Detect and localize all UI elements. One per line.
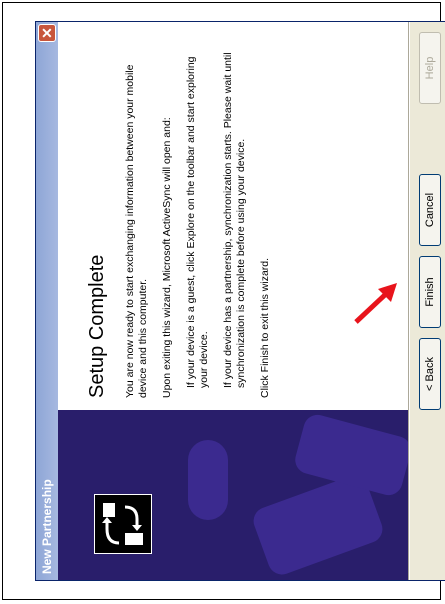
title-bar[interactable]: New Partnership ✕ xyxy=(36,22,58,580)
activesync-logo-icon xyxy=(94,494,152,554)
wizard-window: New Partnership ✕ Setup Complete You are… xyxy=(35,21,445,581)
intro-text: You are now ready to start exchanging in… xyxy=(124,64,149,398)
dialog-container: New Partnership ✕ Setup Complete You are… xyxy=(18,3,445,581)
decorative-arrow-shape xyxy=(188,440,228,520)
cancel-button[interactable]: Cancel xyxy=(419,174,441,246)
wizard-content: Setup Complete You are now ready to star… xyxy=(58,22,408,410)
partnership-text: If your device has a partnership, synchr… xyxy=(222,52,247,388)
window-title: New Partnership xyxy=(40,479,54,574)
close-icon: ✕ xyxy=(39,27,55,39)
decorative-device-shape xyxy=(292,411,408,499)
help-button[interactable]: Help xyxy=(419,32,441,104)
exit-text: Upon exiting this wizard, Microsoft Acti… xyxy=(161,117,173,398)
wizard-side-panel xyxy=(58,410,408,580)
screenshot-frame: New Partnership ✕ Setup Complete You are… xyxy=(2,2,445,600)
finish-button[interactable]: Finish xyxy=(419,256,441,328)
page-title: Setup Complete xyxy=(86,254,108,398)
close-button[interactable]: ✕ xyxy=(38,24,56,42)
button-separator xyxy=(408,22,410,580)
back-button[interactable]: < Back xyxy=(419,338,441,410)
finish-instruction-text: Click Finish to exit this wizard. xyxy=(259,257,271,398)
guest-text: If your device is a guest, click Explore… xyxy=(185,56,210,388)
